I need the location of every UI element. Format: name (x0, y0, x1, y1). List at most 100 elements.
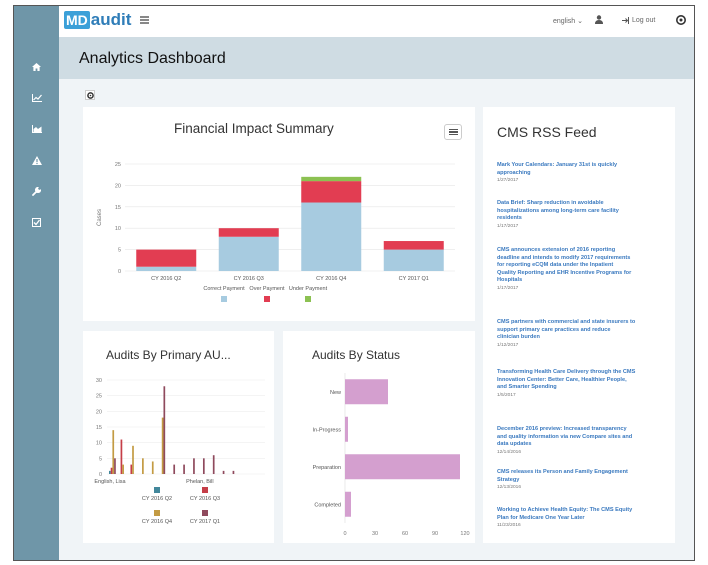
rss-item: Data Brief: Sharp reduction in avoidable… (497, 200, 667, 229)
gear-icon (86, 91, 94, 99)
rss-item: CMS releases its Person and Family Engag… (497, 469, 667, 490)
sidebar-item-home[interactable] (14, 58, 59, 76)
legend-swatch[interactable] (264, 296, 270, 302)
home-icon (32, 63, 41, 71)
legend-swatch[interactable] (154, 487, 160, 493)
rss-date: 12/13/2016 (497, 485, 522, 491)
bar[interactable] (114, 458, 116, 474)
x-tick-label: CY 2016 Q2 (151, 276, 181, 282)
bar[interactable] (232, 470, 235, 474)
logo: MD audit (64, 9, 131, 31)
dashboard-settings-button[interactable] (85, 90, 95, 100)
bar[interactable] (122, 464, 124, 474)
rss-link[interactable]: CMS announces extension of 2016 reportin… (497, 247, 667, 285)
bar-segment[interactable] (383, 249, 444, 271)
legend-swatch[interactable] (154, 510, 160, 516)
primary-au-panel: Audits By Primary AU... 0 5 10 15 20 25 30 Engl… (83, 331, 274, 543)
status-chart: 0 30 60 90 120 New In-Progress Preparation Compl… (313, 373, 470, 537)
x-tick-label: 0 (343, 531, 346, 537)
rss-link[interactable]: Working to Achieve Health Equity: The CM… (497, 507, 667, 522)
y-tick-label: 5 (118, 248, 121, 254)
rss-item: Transforming Health Care Delivery throug… (497, 369, 667, 398)
legend-swatch[interactable] (202, 510, 208, 516)
x-tick-label: English, Lisa (94, 479, 126, 485)
bar[interactable] (110, 467, 113, 474)
legend-label: CY 2017 Q1 (190, 519, 220, 525)
rss-date: 1/27/2017 (497, 178, 519, 184)
bar-segment[interactable] (301, 202, 362, 271)
primary-au-chart: 0 5 10 15 20 25 30 English, Lisa Phelan, Bill CY … (94, 378, 265, 525)
bar[interactable] (112, 430, 115, 474)
settings-icon[interactable] (676, 15, 686, 25)
hamburger-icon[interactable] (140, 16, 149, 25)
y-tick-label: 25 (115, 162, 121, 168)
rss-item: December 2016 preview: Increased transpa… (497, 426, 667, 455)
legend-swatch[interactable] (305, 296, 311, 302)
y-tick-label: 10 (115, 226, 121, 232)
rss-date: 1/5/2017 (497, 392, 516, 398)
bar[interactable] (212, 455, 215, 474)
y-tick-label: 15 (115, 205, 121, 211)
rss-link[interactable]: CMS releases its Person and Family Engag… (497, 469, 667, 484)
bar[interactable] (193, 458, 195, 474)
legend-label: CY 2016 Q4 (142, 519, 172, 525)
status-bar[interactable] (345, 454, 460, 480)
bar-segment[interactable] (218, 228, 279, 237)
rss-link[interactable]: December 2016 preview: Increased transpa… (497, 426, 667, 449)
legend-swatch[interactable] (221, 296, 227, 302)
logo-md: MD (64, 11, 90, 29)
bar[interactable] (202, 458, 205, 474)
y-tick-label: 15 (96, 425, 102, 431)
area-chart-icon (31, 125, 42, 133)
app-frame: MD audit english ⌄ Log out Analytics Das… (13, 5, 695, 561)
rss-link[interactable]: Data Brief: Sharp reduction in avoidable… (497, 200, 667, 223)
logout-button[interactable]: Log out (622, 17, 655, 24)
bar[interactable] (173, 464, 176, 474)
bar-segment[interactable] (301, 181, 362, 203)
sidebar-item-tools[interactable] (14, 182, 59, 200)
y-tick-label: 20 (115, 183, 121, 189)
x-tick-label: CY 2016 Q3 (234, 276, 264, 282)
legend-label: CY 2016 Q2 (142, 496, 172, 502)
status-bar[interactable] (345, 491, 351, 517)
rss-item: Working to Achieve Health Equity: The CM… (497, 507, 667, 528)
y-tick-label: 20 (96, 409, 102, 415)
bar[interactable] (130, 464, 133, 474)
bar-segment[interactable] (301, 176, 362, 182)
legend-label: CY 2016 Q3 (190, 496, 220, 502)
rss-link[interactable]: Mark Your Calendars: January 31st is qui… (497, 162, 667, 177)
legend-swatch[interactable] (202, 487, 208, 493)
rss-date: 1/17/2017 (497, 285, 519, 291)
sidebar-item-area-chart[interactable] (14, 120, 59, 138)
rss-link[interactable]: Transforming Health Care Delivery throug… (497, 369, 667, 392)
bar-segment[interactable] (218, 236, 279, 271)
sidebar-item-line-chart[interactable] (14, 89, 59, 107)
bar[interactable] (222, 470, 225, 474)
sidebar (14, 6, 59, 560)
rss-link[interactable]: CMS partners with commercial and state i… (497, 319, 667, 342)
bar[interactable] (151, 461, 154, 474)
x-tick-label: 90 (432, 531, 438, 537)
y-tick-label: 25 (96, 394, 102, 400)
y-tick-label: 0 (99, 472, 102, 478)
bar-segment[interactable] (136, 249, 197, 267)
bar[interactable] (132, 445, 134, 474)
user-icon[interactable] (595, 15, 603, 24)
bar[interactable] (183, 464, 185, 474)
bar-segment[interactable] (136, 266, 197, 271)
warning-icon (31, 155, 42, 165)
y-tick-label: 30 (96, 378, 102, 384)
bar[interactable] (142, 458, 144, 474)
bar-segment[interactable] (383, 241, 444, 250)
bar[interactable] (163, 386, 166, 474)
sidebar-item-alerts[interactable] (14, 151, 59, 169)
y-tick-label: Preparation (313, 465, 341, 471)
status-bar[interactable] (345, 379, 388, 405)
status-bar[interactable] (345, 416, 348, 442)
language-dropdown[interactable]: english ⌄ (553, 17, 583, 25)
bar[interactable] (120, 439, 123, 474)
sidebar-item-audits[interactable] (14, 213, 59, 231)
bar[interactable] (109, 470, 111, 474)
bar[interactable] (161, 417, 164, 474)
title-band: Analytics Dashboard (59, 37, 694, 79)
